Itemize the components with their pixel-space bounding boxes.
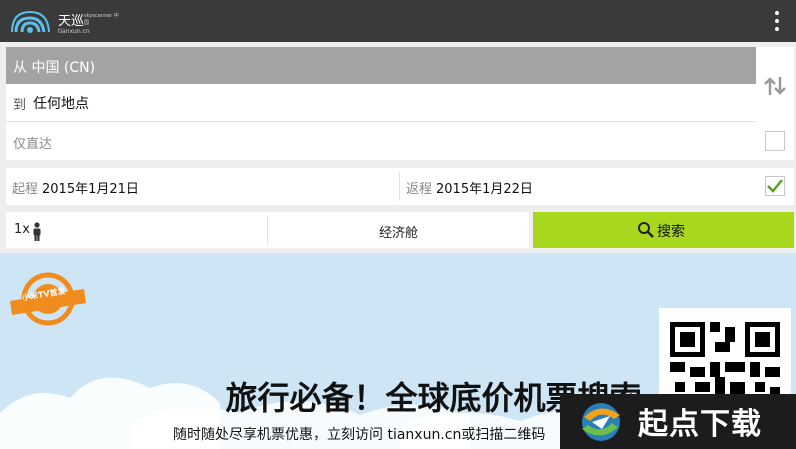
direct-only-label: 仅直达 <box>13 137 53 152</box>
search-icon <box>638 222 654 238</box>
divider <box>399 172 400 201</box>
logo-chinese-name: 天巡 <box>58 14 85 29</box>
watermark-text: 起点下载 <box>638 407 762 442</box>
origin-value: 从 中国 (CN) <box>13 60 96 76</box>
destination-prefix: 到 <box>13 98 27 113</box>
passenger-cabin-card: 1x 经济舱 <box>6 212 529 248</box>
swap-arrows-icon[interactable] <box>763 75 787 97</box>
app-logo: 天巡 skyscanner 中国 tianxun.cn <box>10 6 120 36</box>
destination-field[interactable]: 到 任何地点 <box>6 84 756 122</box>
watermark-logo-icon <box>582 403 620 441</box>
banner-subline: 随时随处尽享机票优惠，立刻访问 tianxun.cn或扫描二维码 <box>173 427 546 443</box>
depart-date-value: 2015年1月21日 <box>42 182 139 197</box>
search-button-label: 搜索 <box>657 224 685 240</box>
origin-field[interactable]: 从 中国 (CN) <box>6 47 756 84</box>
checkmark-icon <box>767 179 783 193</box>
destination-value: 任何地点 <box>33 96 89 112</box>
return-trip-checkbox[interactable] <box>765 176 785 196</box>
logo-domain-text: tianxun.cn <box>58 28 90 35</box>
passenger-selector[interactable]: 1x <box>6 212 267 248</box>
search-button[interactable]: 搜索 <box>533 212 794 248</box>
depart-date-label: 起程 <box>12 182 39 197</box>
direct-only-checkbox[interactable] <box>765 131 785 151</box>
dates-card: 起程 2015年1月21日 返程 2015年1月22日 <box>6 168 794 205</box>
tianxun-logo-icon <box>11 10 50 33</box>
site-watermark: 起点下载 <box>560 394 796 449</box>
cabin-class-selector[interactable]: 经济舱 <box>268 222 529 241</box>
passenger-count: 1x <box>14 222 30 237</box>
logo-brand-text: skyscanner 中国 <box>84 13 119 26</box>
app-header: 天巡 skyscanner 中国 tianxun.cn <box>0 0 796 42</box>
direct-only-row[interactable]: 仅直达 <box>6 123 794 160</box>
return-date-value: 2015年1月22日 <box>436 182 533 197</box>
return-date-label: 返程 <box>406 182 433 197</box>
depart-date-field[interactable]: 起程 2015年1月21日 <box>12 178 139 197</box>
person-icon <box>33 222 41 241</box>
return-date-field[interactable]: 返程 2015年1月22日 <box>406 178 533 197</box>
route-card: 从 中国 (CN) 到 任何地点 仅直达 <box>6 47 794 160</box>
overflow-menu-icon[interactable] <box>768 9 786 33</box>
